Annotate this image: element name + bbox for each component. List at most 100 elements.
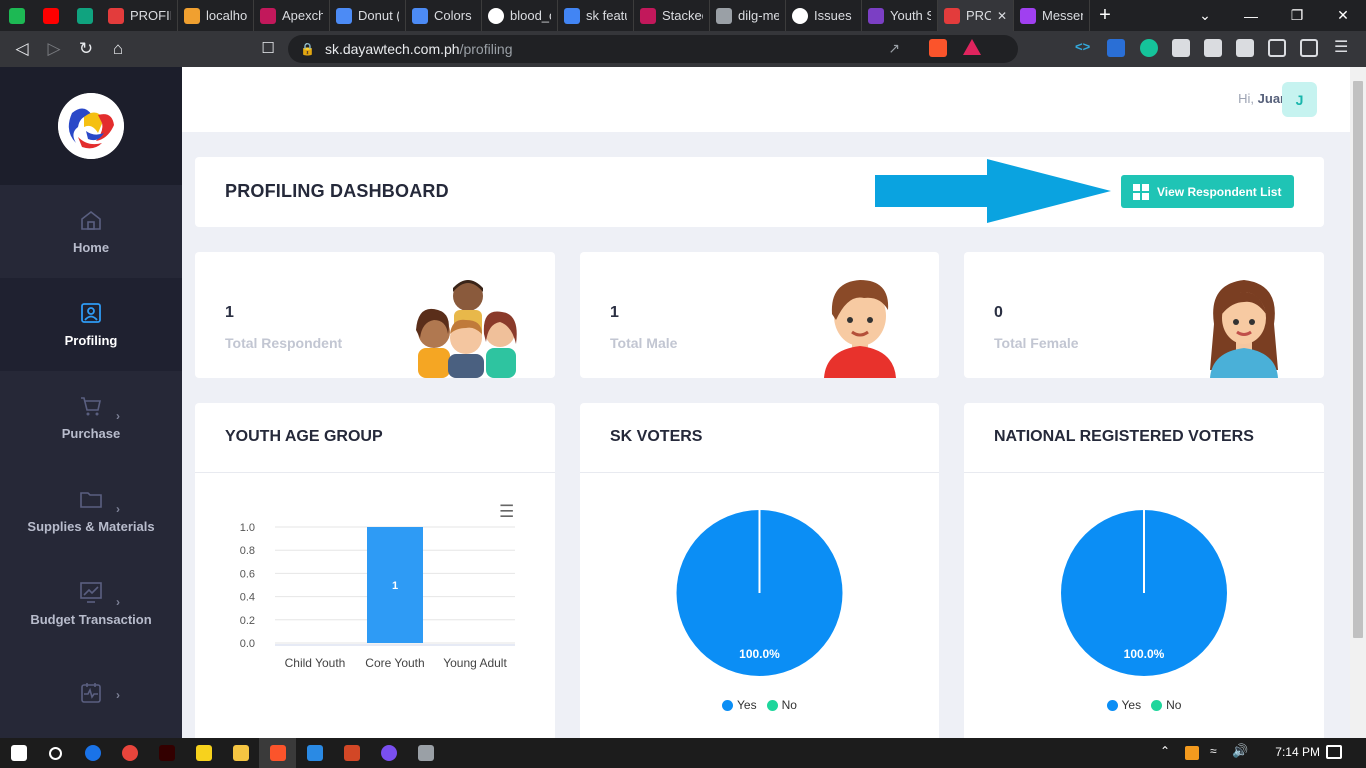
sidebar-item-label: Supplies & Materials bbox=[27, 519, 155, 534]
paint-icon[interactable] bbox=[407, 738, 444, 768]
clock[interactable]: 7:14 PM bbox=[1275, 745, 1320, 759]
tab-favicon-icon bbox=[944, 7, 960, 24]
browser-tab[interactable]: dilg-me bbox=[710, 0, 786, 31]
youth-age-group-card: YOUTH AGE GROUP ☰ 0.0 0.2 0.4 0.6 0.8 1.0 Chil… bbox=[195, 403, 555, 738]
wifi-icon[interactable]: ≈ bbox=[1210, 744, 1217, 758]
windows-start-icon[interactable] bbox=[0, 738, 37, 768]
notifications-icon[interactable] bbox=[1326, 745, 1342, 759]
avatar[interactable]: J bbox=[1282, 82, 1317, 117]
tab-label: Colors bbox=[434, 8, 472, 23]
stat-value: 1 bbox=[610, 304, 619, 321]
browser-tab[interactable]: Stacked bbox=[634, 0, 710, 31]
legend-item-yes[interactable]: Yes bbox=[722, 698, 757, 712]
sidebar-item-profiling[interactable]: Profiling bbox=[0, 278, 182, 371]
browser-tab[interactable] bbox=[34, 0, 68, 31]
national-voters-card: NATIONAL REGISTERED VOTERS 100.0% Yes No bbox=[964, 403, 1324, 738]
browser-tab[interactable]: Youth S bbox=[862, 0, 938, 31]
page-scrollbar[interactable] bbox=[1350, 67, 1366, 738]
pie-data-label: 100.0% bbox=[739, 647, 780, 661]
browser-tab[interactable]: localho bbox=[178, 0, 254, 31]
address-bar[interactable]: 🔒 sk.dayawtech.com.ph/profiling ↗ bbox=[288, 35, 1018, 63]
sidebar-item-budget-transaction[interactable]: Budget Transaction › bbox=[0, 557, 182, 650]
view-respondent-list-button[interactable]: View Respondent List bbox=[1121, 175, 1294, 208]
sidebar-item-purchase[interactable]: Purchase › bbox=[0, 371, 182, 464]
legend-item-no[interactable]: No bbox=[766, 698, 797, 712]
browser-tab[interactable]: Messen bbox=[1014, 0, 1090, 31]
y-tick-label: 0.0 bbox=[240, 638, 255, 650]
browser-tab[interactable] bbox=[0, 0, 34, 31]
national-voters-pie-chart: 100.0% bbox=[1061, 510, 1227, 676]
legend-item-no[interactable]: No bbox=[1151, 698, 1181, 712]
tab-favicon-icon bbox=[792, 7, 808, 24]
brave-rewards-icon[interactable] bbox=[963, 39, 981, 55]
browser-tab[interactable] bbox=[68, 0, 102, 31]
file-explorer-icon[interactable] bbox=[222, 738, 259, 768]
devtools-extension-icon[interactable]: <> bbox=[1075, 39, 1093, 57]
restore-icon[interactable]: ❐ bbox=[1274, 0, 1320, 31]
illustrator-icon[interactable] bbox=[148, 738, 185, 768]
stat-label: Total Male bbox=[610, 335, 678, 351]
grammarly-icon[interactable] bbox=[1140, 39, 1158, 57]
tray-app-icon[interactable] bbox=[1185, 746, 1199, 760]
home-browser-icon[interactable]: ⌂ bbox=[102, 39, 134, 59]
chrome-icon[interactable] bbox=[111, 738, 148, 768]
browser-tab-active[interactable]: PRC ✕ bbox=[938, 0, 1014, 31]
messenger-icon[interactable] bbox=[370, 738, 407, 768]
sidebar-item-supplies-materials[interactable]: Supplies & Materials › bbox=[0, 464, 182, 557]
browser-tab[interactable]: Issues · bbox=[786, 0, 862, 31]
browser-menu-icon[interactable]: ☰ bbox=[1334, 37, 1352, 56]
powerpoint-icon[interactable] bbox=[333, 738, 370, 768]
extensions-puzzle-icon[interactable] bbox=[1236, 39, 1254, 57]
sk-logo[interactable] bbox=[58, 93, 124, 159]
new-tab-button[interactable]: + bbox=[1090, 4, 1120, 27]
tab-favicon-icon bbox=[9, 7, 25, 24]
tab-search-icon[interactable]: ⌄ bbox=[1182, 0, 1228, 31]
browser-tab[interactable]: sk featu bbox=[558, 0, 634, 31]
font-extension-icon[interactable] bbox=[1107, 39, 1125, 57]
chevron-right-icon: › bbox=[116, 595, 120, 609]
wallet-icon[interactable] bbox=[1300, 39, 1318, 57]
tray-chevron-icon[interactable]: ⌃ bbox=[1160, 744, 1170, 758]
stat-card-total-male: 1 Total Male bbox=[580, 252, 939, 378]
vscode-icon[interactable] bbox=[296, 738, 333, 768]
stat-card-total-respondent: 1 Total Respondent bbox=[195, 252, 555, 378]
browser-tab[interactable]: blood_c bbox=[482, 0, 558, 31]
chart-title: YOUTH AGE GROUP bbox=[225, 428, 383, 445]
reload-icon[interactable]: ↻ bbox=[70, 39, 102, 59]
share-icon[interactable]: ↗ bbox=[888, 40, 900, 57]
browser-toolbar: ◁ ▷ ↻ ⌂ ☐ 🔒 sk.dayawtech.com.ph/profilin… bbox=[0, 31, 1366, 67]
forward-icon[interactable]: ▷ bbox=[38, 39, 70, 59]
browser-tab[interactable]: Colors bbox=[406, 0, 482, 31]
cart-icon bbox=[81, 397, 101, 416]
sticky-notes-icon[interactable] bbox=[185, 738, 222, 768]
youth-age-bar-chart: 0.0 0.2 0.4 0.6 0.8 1.0 Child Youth 1 Core Youth… bbox=[240, 522, 515, 670]
legend-item-yes[interactable]: Yes bbox=[1106, 698, 1141, 712]
volume-icon[interactable]: 🔊 bbox=[1232, 743, 1248, 759]
bookmark-icon[interactable]: ☐ bbox=[252, 39, 284, 57]
sk-voters-pie-chart: 100.0% bbox=[676, 510, 843, 676]
chevron-right-icon: › bbox=[116, 502, 120, 516]
cast-extension-icon[interactable] bbox=[1204, 39, 1222, 57]
sidebar-item-label: Purchase bbox=[61, 426, 121, 441]
close-tab-icon[interactable]: ✕ bbox=[997, 9, 1007, 23]
sidebar-toggle-icon[interactable] bbox=[1268, 39, 1286, 57]
scrollbar-thumb[interactable] bbox=[1353, 81, 1363, 638]
chart-title: SK VOTERS bbox=[610, 428, 703, 445]
browser-tab[interactable]: Apexch bbox=[254, 0, 330, 31]
screen-extension-icon[interactable] bbox=[1172, 39, 1190, 57]
maps-icon[interactable] bbox=[74, 738, 111, 768]
browser-tab[interactable]: Donut ( bbox=[330, 0, 406, 31]
search-icon[interactable] bbox=[37, 738, 74, 768]
sidebar-item-more[interactable]: › bbox=[0, 650, 182, 743]
browser-tab[interactable]: PROFIL bbox=[102, 0, 178, 31]
sidebar-item-home[interactable]: Home bbox=[0, 185, 182, 278]
lock-icon: 🔒 bbox=[300, 42, 315, 56]
close-window-icon[interactable]: ✕ bbox=[1320, 0, 1366, 31]
tab-favicon-icon bbox=[640, 7, 656, 24]
tab-favicon-icon bbox=[108, 7, 124, 24]
y-tick-label: 1.0 bbox=[240, 522, 255, 534]
back-icon[interactable]: ◁ bbox=[6, 39, 38, 59]
brave-icon[interactable] bbox=[259, 738, 296, 768]
brave-shield-icon[interactable] bbox=[929, 39, 947, 57]
minimize-icon[interactable]: — bbox=[1228, 0, 1274, 31]
